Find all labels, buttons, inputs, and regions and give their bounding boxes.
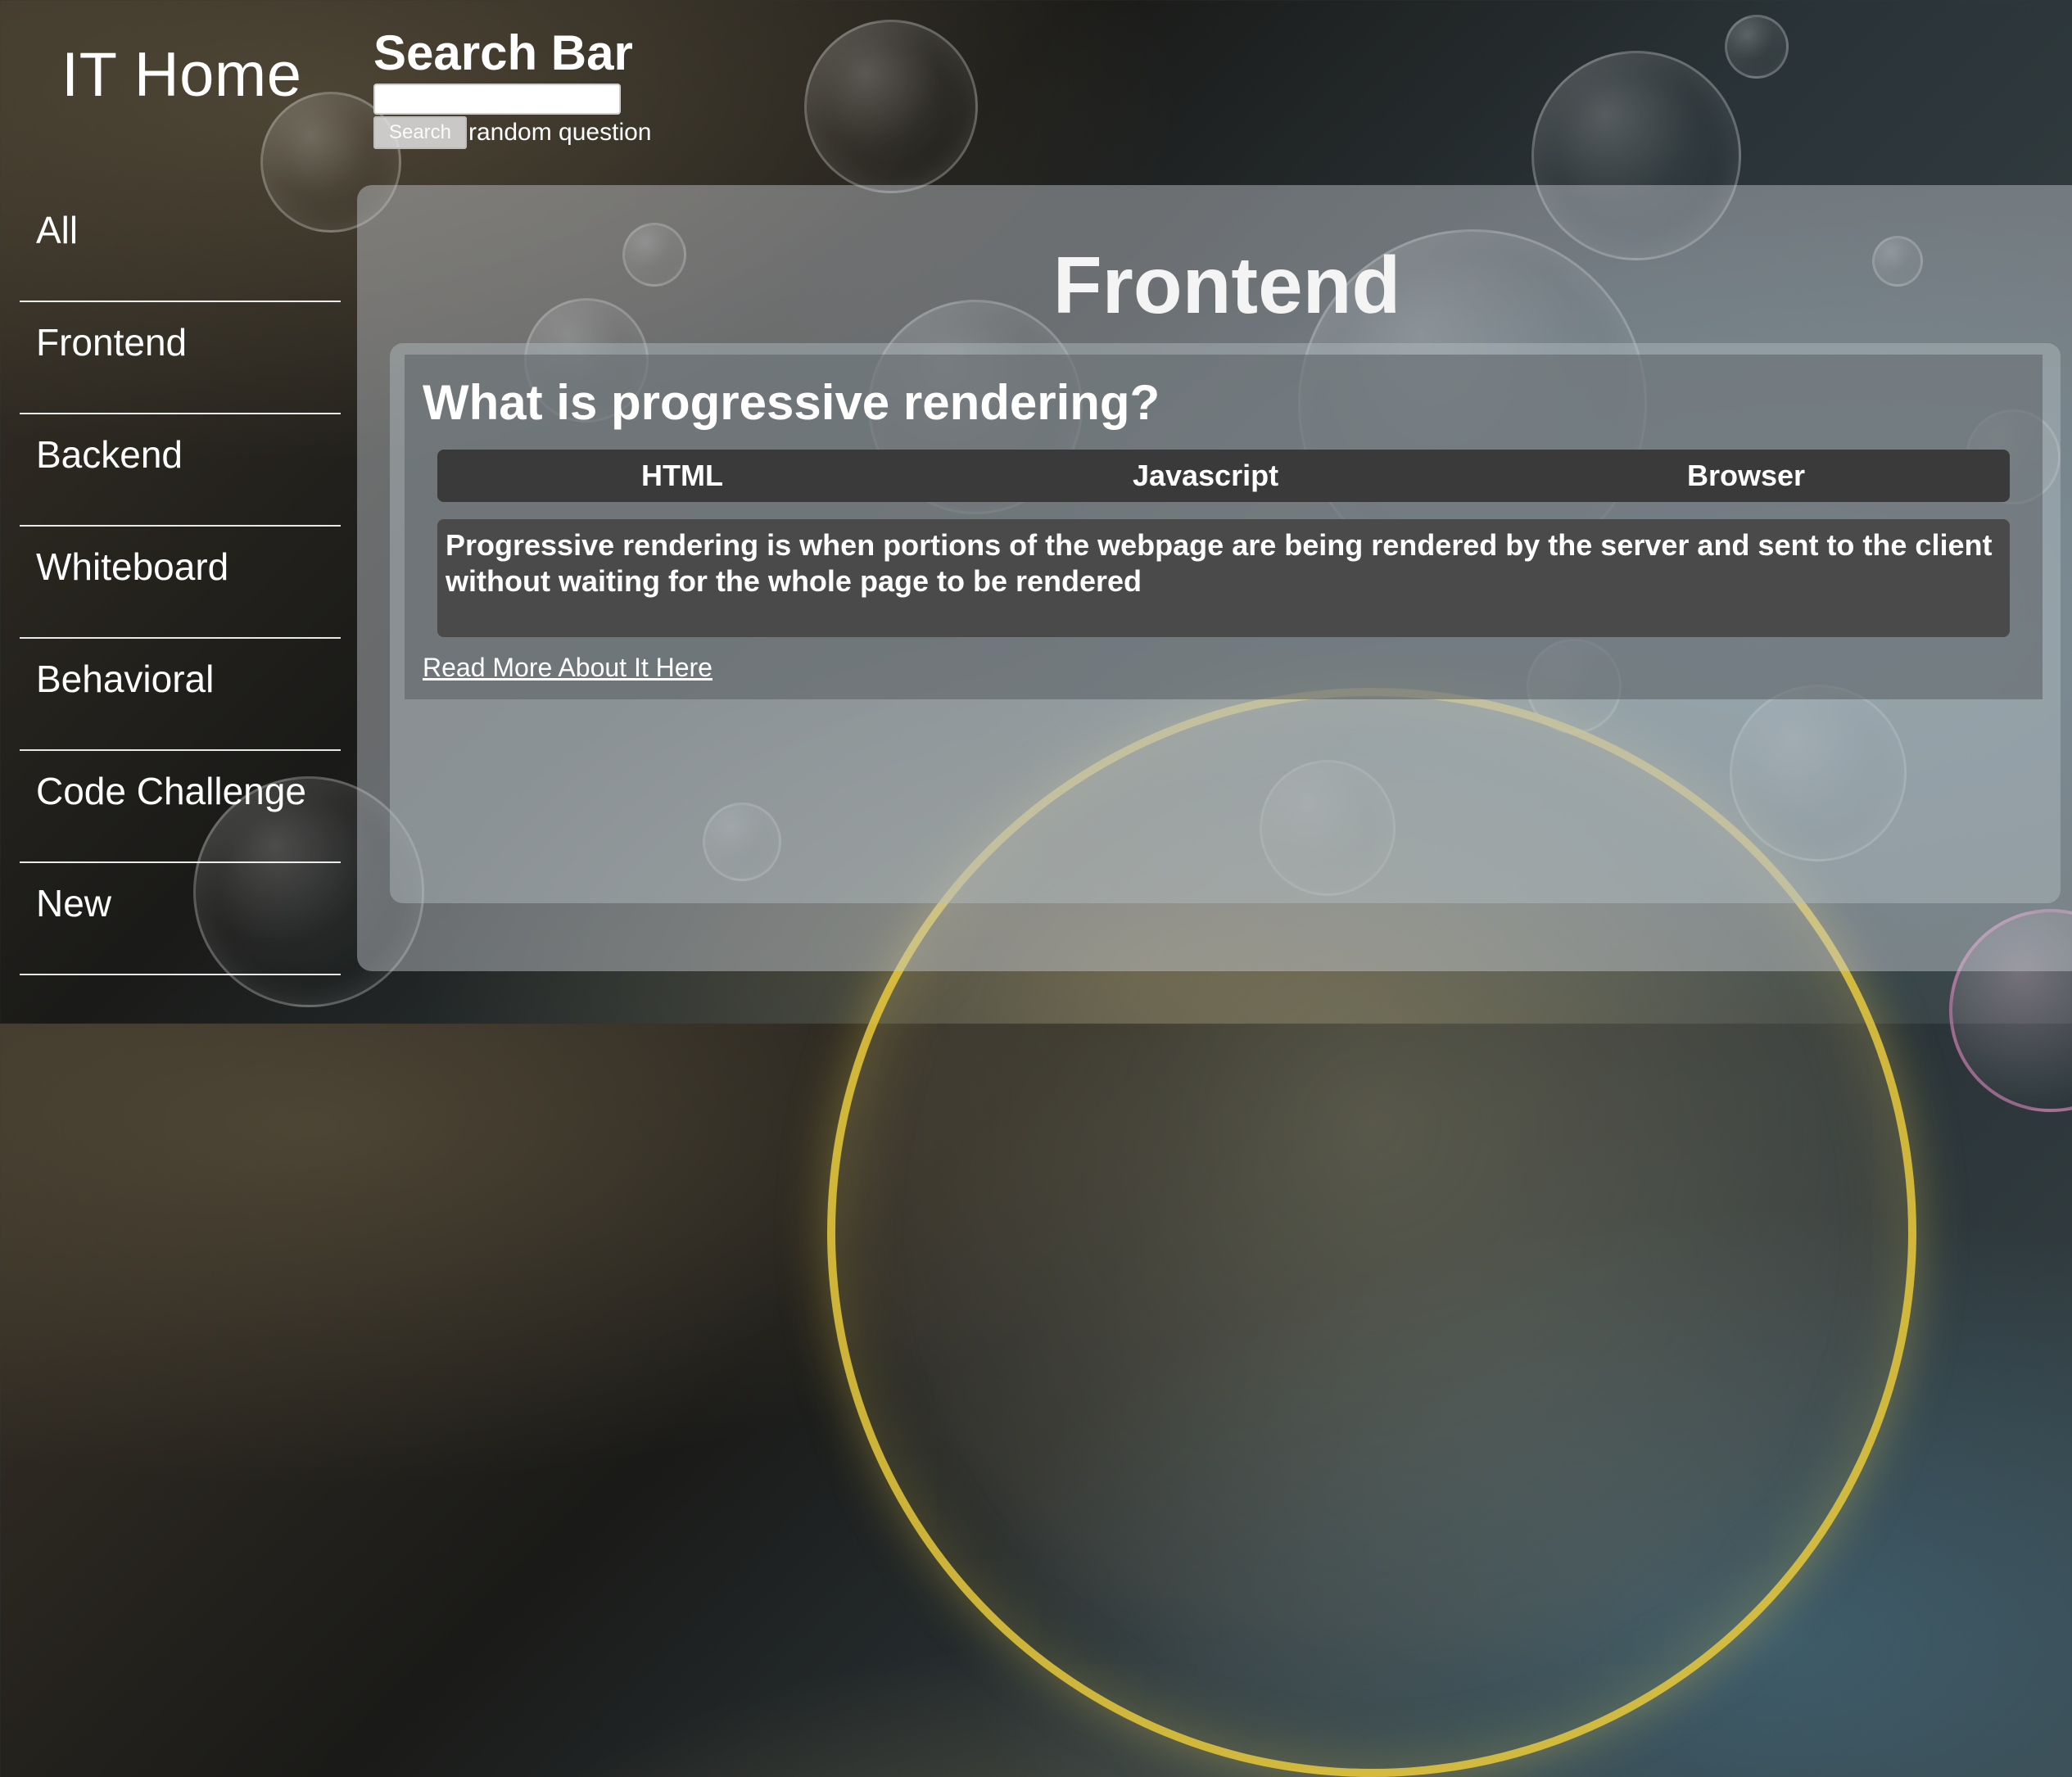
sidebar-item-new[interactable]: New [20, 863, 341, 975]
tag-javascript[interactable]: Javascript [1133, 450, 1278, 502]
question-card: What is progressive rendering? HTML Java… [390, 343, 2061, 903]
background-bubble [1725, 15, 1789, 79]
tag-browser[interactable]: Browser [1687, 450, 1805, 502]
sidebar-item-whiteboard[interactable]: Whiteboard [20, 527, 341, 639]
sidebar-item-frontend[interactable]: Frontend [20, 302, 341, 414]
tag-html[interactable]: HTML [641, 450, 723, 502]
main-panel: Frontend What is progressive rendering? … [357, 185, 2072, 971]
sidebar-nav: All Frontend Backend Whiteboard Behavior… [20, 190, 341, 975]
question-title: What is progressive rendering? [423, 375, 1160, 430]
question-content: What is progressive rendering? HTML Java… [405, 355, 2043, 699]
search-button[interactable]: Search [373, 116, 467, 149]
tags-bar: HTML Javascript Browser [437, 450, 2010, 502]
app-logo[interactable]: IT Home [61, 39, 302, 111]
read-more-link[interactable]: Read More About It Here [423, 653, 713, 683]
search-title: Search Bar [373, 25, 633, 80]
random-question-link[interactable]: random question [468, 119, 651, 147]
sidebar-item-behavioral[interactable]: Behavioral [20, 639, 341, 751]
sidebar-item-all[interactable]: All [20, 190, 341, 302]
search-controls: Search random question [373, 116, 651, 149]
category-title: Frontend [1052, 240, 1401, 330]
search-area: Search Bar Search random question [373, 25, 651, 149]
answer-text: Progressive rendering is when portions o… [437, 519, 2010, 637]
sidebar-item-backend[interactable]: Backend [20, 414, 341, 527]
sidebar-item-code-challenge[interactable]: Code Challenge [20, 751, 341, 863]
search-input[interactable] [373, 84, 621, 115]
background-bubble [804, 20, 978, 193]
